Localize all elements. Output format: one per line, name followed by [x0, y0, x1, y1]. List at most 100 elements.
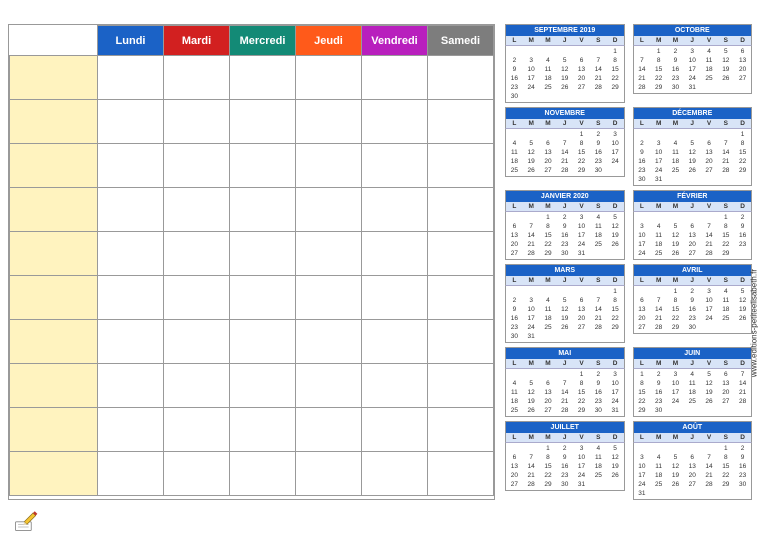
planner-cell[interactable] — [296, 364, 362, 408]
planner-cell[interactable] — [230, 144, 296, 188]
planner-row-label[interactable] — [10, 232, 98, 276]
planner-cell[interactable] — [230, 100, 296, 144]
mini-calendar-day: 10 — [523, 305, 540, 314]
planner-cell[interactable] — [362, 276, 428, 320]
planner-cell[interactable] — [98, 320, 164, 364]
planner-cell[interactable] — [98, 100, 164, 144]
planner-cell[interactable] — [362, 144, 428, 188]
planner-row-label[interactable] — [10, 408, 98, 452]
planner-cell[interactable] — [164, 276, 230, 320]
planner-cell[interactable] — [296, 320, 362, 364]
planner-cell[interactable] — [428, 100, 494, 144]
planner-cell[interactable] — [428, 320, 494, 364]
planner-row-label[interactable] — [10, 144, 98, 188]
planner-cell[interactable] — [164, 232, 230, 276]
mini-calendar-day: 9 — [506, 305, 523, 314]
planner-cell[interactable] — [98, 232, 164, 276]
planner-cell[interactable] — [164, 364, 230, 408]
planner-cell[interactable] — [296, 408, 362, 452]
planner-cell[interactable] — [362, 452, 428, 496]
planner-cell[interactable] — [164, 56, 230, 100]
planner-cell[interactable] — [230, 232, 296, 276]
mini-calendar-day: 22 — [540, 471, 557, 480]
mini-calendar-empty — [650, 287, 667, 296]
planner-cell[interactable] — [230, 276, 296, 320]
planner-cell[interactable] — [296, 144, 362, 188]
mini-calendar-day: 16 — [734, 462, 751, 471]
planner-cell[interactable] — [164, 144, 230, 188]
planner-cell[interactable] — [230, 56, 296, 100]
mini-calendar-day: 27 — [506, 480, 523, 489]
planner-cell[interactable] — [428, 408, 494, 452]
planner-cell[interactable] — [164, 100, 230, 144]
mini-calendar-day: 25 — [590, 240, 607, 249]
mini-calendar-day: 22 — [573, 397, 590, 406]
planner-cell[interactable] — [164, 188, 230, 232]
planner-cell[interactable] — [362, 56, 428, 100]
planner-cell[interactable] — [98, 276, 164, 320]
mini-calendar-day: 9 — [590, 379, 607, 388]
mini-calendar-title: JUIN — [633, 347, 753, 359]
mini-calendar-title: SEPTEMBRE 2019 — [505, 24, 625, 36]
edit-icon[interactable] — [12, 506, 40, 534]
planner-cell[interactable] — [428, 276, 494, 320]
planner-cell[interactable] — [98, 188, 164, 232]
mini-calendar-day: 17 — [701, 305, 718, 314]
planner-cell[interactable] — [428, 364, 494, 408]
planner-row-label[interactable] — [10, 188, 98, 232]
planner-cell[interactable] — [164, 408, 230, 452]
mini-calendar-dow: M — [667, 36, 684, 45]
planner-cell[interactable] — [98, 144, 164, 188]
planner-cell[interactable] — [428, 56, 494, 100]
planner-cell[interactable] — [428, 232, 494, 276]
planner-cell[interactable] — [296, 56, 362, 100]
planner-cell[interactable] — [230, 452, 296, 496]
planner-cell[interactable] — [296, 452, 362, 496]
mini-calendar-day: 3 — [634, 453, 651, 462]
planner-cell[interactable] — [428, 144, 494, 188]
mini-calendar-dow: J — [684, 433, 701, 442]
mini-calendar-dow: M — [650, 202, 667, 211]
planner-cell[interactable] — [362, 408, 428, 452]
planner-cell[interactable] — [362, 320, 428, 364]
mini-calendar-empty — [523, 370, 540, 379]
planner-row-label[interactable] — [10, 364, 98, 408]
mini-calendar-empty — [556, 287, 573, 296]
mini-calendar-dow: J — [556, 359, 573, 368]
planner-cell[interactable] — [98, 452, 164, 496]
mini-calendar-day: 28 — [634, 83, 651, 92]
planner-cell[interactable] — [428, 188, 494, 232]
planner-cell[interactable] — [230, 364, 296, 408]
planner-cell[interactable] — [98, 364, 164, 408]
mini-calendar-day: 26 — [701, 397, 718, 406]
planner-cell[interactable] — [362, 100, 428, 144]
planner-cell[interactable] — [296, 232, 362, 276]
mini-calendar-day: 27 — [540, 406, 557, 415]
planner-row-label[interactable] — [10, 56, 98, 100]
planner-row-label[interactable] — [10, 100, 98, 144]
mini-calendar-dow: J — [556, 433, 573, 442]
mini-calendar-empty — [523, 213, 540, 222]
planner-cell[interactable] — [296, 276, 362, 320]
planner-row-label[interactable] — [10, 276, 98, 320]
planner-cell[interactable] — [362, 188, 428, 232]
planner-cell[interactable] — [296, 100, 362, 144]
mini-calendar-day: 14 — [556, 388, 573, 397]
planner-cell[interactable] — [230, 188, 296, 232]
planner-cell[interactable] — [164, 452, 230, 496]
planner-cell[interactable] — [230, 320, 296, 364]
planner-cell[interactable] — [98, 408, 164, 452]
planner-cell[interactable] — [98, 56, 164, 100]
mini-calendar-day: 9 — [556, 222, 573, 231]
planner-cell[interactable] — [428, 452, 494, 496]
planner-row-label[interactable] — [10, 452, 98, 496]
planner-cell[interactable] — [230, 408, 296, 452]
planner-row-label[interactable] — [10, 320, 98, 364]
mini-calendar-day: 29 — [540, 249, 557, 258]
mini-calendar-day: 31 — [684, 83, 701, 92]
planner-cell[interactable] — [164, 320, 230, 364]
planner-cell[interactable] — [296, 188, 362, 232]
mini-calendar-day: 25 — [506, 166, 523, 175]
planner-cell[interactable] — [362, 232, 428, 276]
planner-cell[interactable] — [362, 364, 428, 408]
